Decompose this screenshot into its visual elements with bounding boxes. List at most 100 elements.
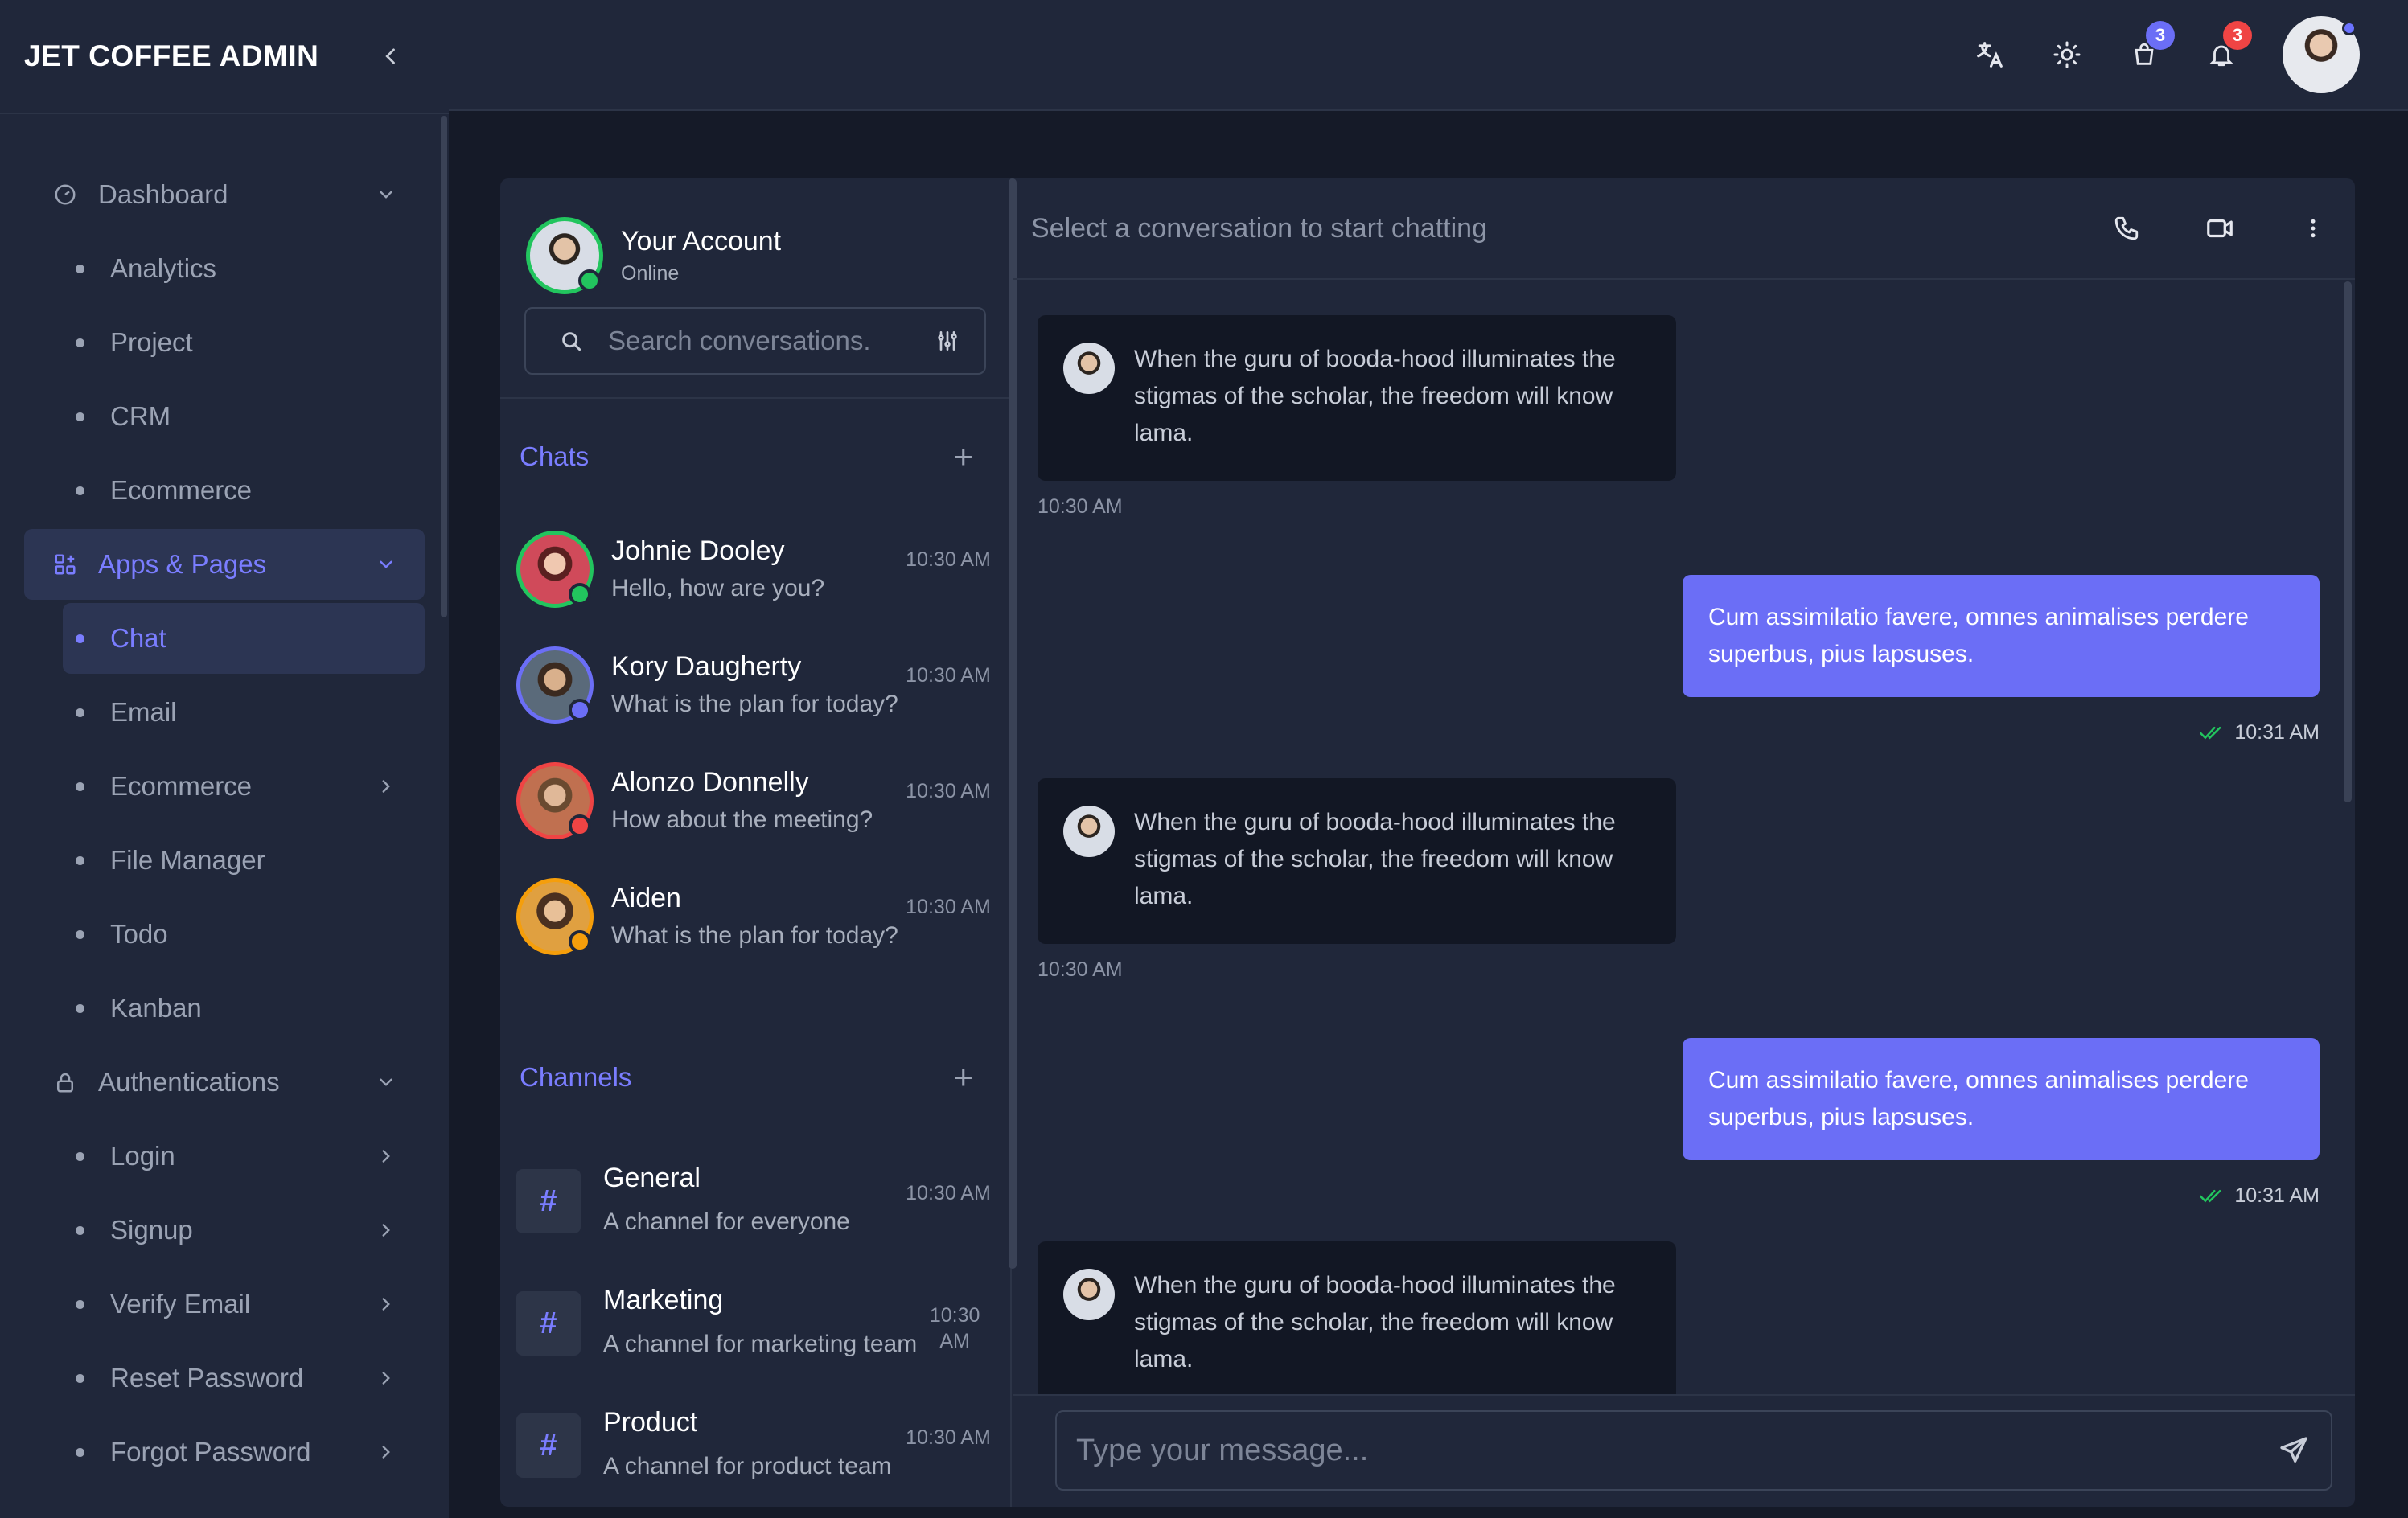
- channels-section-header: Channels +: [500, 1020, 1010, 1135]
- sidebar-item-project[interactable]: Project: [24, 307, 425, 378]
- message-scrollbar[interactable]: [2344, 281, 2352, 802]
- sidebar-item-reset-password[interactable]: Reset Password: [24, 1343, 425, 1413]
- chat-list-item[interactable]: Alonzo Donnelly How about the meeting? 10:…: [500, 746, 1010, 862]
- channel-list-item[interactable]: # General A channel for everyone 10:30 AM: [500, 1135, 1010, 1257]
- brand-title: JET COFFEE ADMIN: [24, 39, 319, 72]
- bullet-dot: [76, 338, 84, 347]
- contact-avatar: [516, 531, 594, 608]
- cart-count-badge: 3: [2146, 21, 2175, 50]
- sidebar-item-label: Kanban: [110, 993, 202, 1023]
- sidebar-item-label: Email: [110, 697, 177, 727]
- sidebar-item-kanban[interactable]: Kanban: [24, 973, 425, 1044]
- conversation-pane: Select a conversation to start chatting …: [1013, 178, 2355, 1507]
- chat-list-item[interactable]: Aiden What is the plan for today? 10:30 AM: [500, 862, 1010, 978]
- gauge-icon: [51, 181, 79, 208]
- search-box[interactable]: Search conversations.: [524, 307, 986, 375]
- contact-avatar: [516, 646, 594, 724]
- double-check-icon: [2200, 726, 2221, 739]
- chat-sidebar: Your Account Online Search conversations…: [500, 178, 1017, 1507]
- search-icon: [562, 332, 581, 351]
- sidebar-group-dashboard[interactable]: Dashboard: [24, 159, 425, 230]
- translate-icon[interactable]: [1970, 35, 2009, 74]
- bullet-dot: [76, 634, 84, 643]
- channel-description: A channel for everyone: [603, 1208, 850, 1235]
- collapse-sidebar-icon[interactable]: [375, 40, 407, 72]
- account-avatar[interactable]: [526, 217, 603, 294]
- send-icon[interactable]: [2278, 1434, 2310, 1467]
- chevron-down-icon: [375, 553, 397, 576]
- presence-dot: [569, 699, 591, 721]
- channel-description: A channel for product team: [603, 1453, 892, 1479]
- sidebar-item-label: Project: [110, 327, 193, 357]
- channel-time: 10:30 AM: [906, 1182, 991, 1204]
- sidebar-item-crm[interactable]: CRM: [24, 381, 425, 452]
- chat-list: Johnie Dooley Hello, how are you? 10:30 AM…: [500, 515, 1010, 978]
- channel-list-item[interactable]: # Marketing A channel for marketing team 10…: [500, 1257, 1010, 1380]
- message-status: 10:31 AM: [2199, 1184, 2320, 1208]
- channel-description: A channel for marketing team: [603, 1331, 918, 1357]
- sidebar-group-apps-pages[interactable]: Apps & Pages: [24, 529, 425, 600]
- sidebar-item-label: Todo: [110, 919, 168, 949]
- last-message: What is the plan for today?: [611, 691, 898, 717]
- contact-name: Johnie Dooley: [611, 535, 785, 566]
- sidebar-group-label: Dashboard: [98, 179, 228, 209]
- sidebar-group-label: Apps & Pages: [98, 549, 267, 579]
- hash-icon: #: [516, 1413, 581, 1478]
- channel-time: 10:30 AM: [906, 1426, 991, 1449]
- message-input[interactable]: Type your message...: [1076, 1434, 2278, 1468]
- bullet-dot: [76, 486, 84, 495]
- sidebar-item-signup[interactable]: Signup: [24, 1195, 425, 1266]
- chat-list-item[interactable]: Johnie Dooley Hello, how are you? 10:30 AM: [500, 515, 1010, 630]
- chat-list-item[interactable]: Kory Daugherty What is the plan for today…: [500, 630, 1010, 746]
- double-check-icon: [2200, 1189, 2221, 1202]
- sender-avatar: [1063, 806, 1115, 857]
- sidebar-item-verify-email[interactable]: Verify Email: [24, 1269, 425, 1340]
- sidebar-item-label: Login: [110, 1141, 175, 1171]
- sidebar-item-label: Reset Password: [110, 1363, 304, 1393]
- message-input-box[interactable]: Type your message...: [1055, 1410, 2332, 1491]
- sidebar-item-file-manager[interactable]: File Manager: [24, 825, 425, 896]
- add-channel-plus-icon[interactable]: +: [953, 1058, 973, 1097]
- bullet-dot: [76, 1447, 84, 1457]
- cart-icon[interactable]: 3: [2125, 21, 2175, 74]
- contact-name: Kory Daugherty: [611, 651, 802, 682]
- channel-time: 10:30 AM: [929, 1304, 980, 1352]
- sidebar-item-ecommerce[interactable]: Ecommerce: [24, 455, 425, 526]
- theme-sun-icon[interactable]: [2048, 35, 2086, 74]
- filter-icon[interactable]: [935, 328, 960, 354]
- channel-list-item[interactable]: # Product A channel for product team 10:30 …: [500, 1380, 1010, 1502]
- channels-title: Channels: [520, 1062, 632, 1092]
- sidebar-group-authentications[interactable]: Authentications: [24, 1047, 425, 1118]
- account-name: Your Account: [621, 226, 782, 256]
- message-time: 10:30 AM: [906, 896, 991, 918]
- bullet-dot: [76, 1299, 84, 1309]
- user-avatar[interactable]: [2283, 16, 2360, 93]
- sidebar-item-email[interactable]: Email: [24, 677, 425, 748]
- search-input[interactable]: Search conversations.: [608, 326, 935, 356]
- bullet-dot: [76, 929, 84, 939]
- sidebar-item-analytics[interactable]: Analytics: [24, 233, 425, 304]
- last-message: Hello, how are you?: [611, 575, 825, 601]
- sidebar-scrollbar[interactable]: [441, 116, 447, 617]
- sidebar-item-todo[interactable]: Todo: [24, 899, 425, 970]
- sidebar-item-ecommerce[interactable]: Ecommerce: [24, 751, 425, 822]
- outgoing-message: Cum assimilatio favere, omnes animalises…: [1038, 1038, 2320, 1208]
- message-text: When the guru of booda-hood illuminates …: [1134, 809, 1616, 909]
- bell-icon[interactable]: 3: [2202, 21, 2252, 74]
- brand: JET COFFEE ADMIN: [0, 0, 449, 114]
- sidebar-item-forgot-password[interactable]: Forgot Password: [24, 1417, 425, 1487]
- sidebar-item-login[interactable]: Login: [24, 1121, 425, 1192]
- phone-icon[interactable]: [2107, 209, 2146, 248]
- outgoing-message: Cum assimilatio favere, omnes animalises…: [1038, 575, 2320, 745]
- message-time: 10:30 AM: [906, 548, 991, 571]
- sidebar-item-label: Signup: [110, 1215, 193, 1245]
- more-vertical-icon[interactable]: [2294, 209, 2332, 248]
- sidebar-item-chat[interactable]: Chat: [63, 603, 425, 674]
- sidebar-item-label: Analytics: [110, 253, 217, 283]
- sender-avatar: [1063, 343, 1115, 394]
- message-time: 10:30 AM: [1038, 958, 1123, 981]
- bullet-dot: [76, 1373, 84, 1383]
- add-chat-plus-icon[interactable]: +: [953, 437, 973, 476]
- contact-avatar: [516, 878, 594, 955]
- video-call-icon[interactable]: [2200, 209, 2239, 248]
